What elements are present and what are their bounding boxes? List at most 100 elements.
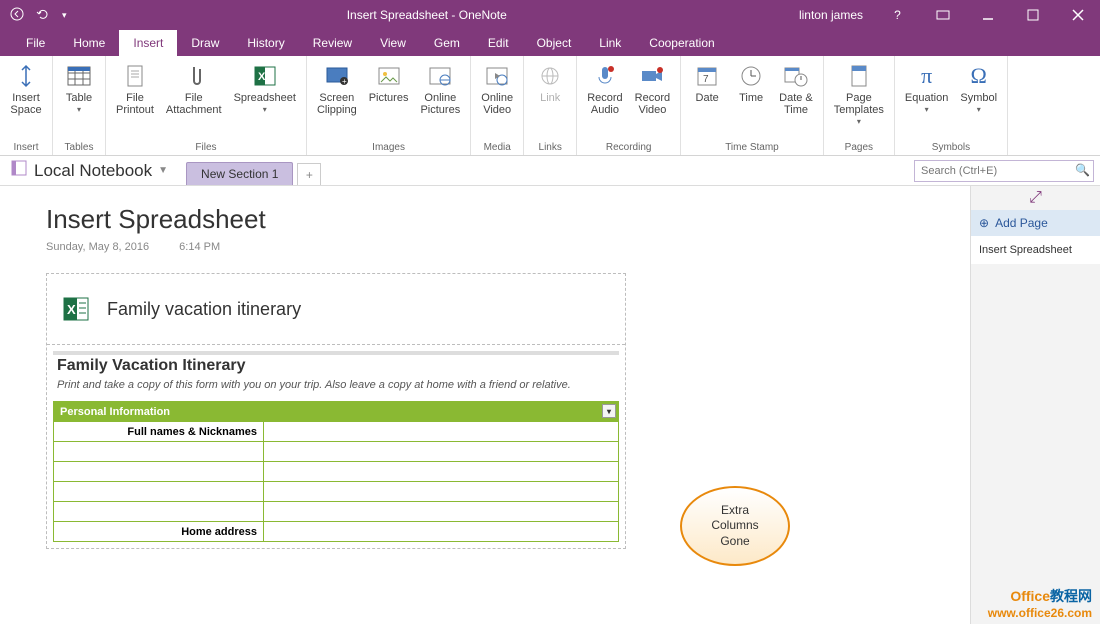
section-tab[interactable]: New Section 1 — [186, 162, 293, 185]
printout-icon — [121, 62, 149, 90]
link-button[interactable]: Link — [530, 60, 570, 140]
menu-cooperation[interactable]: Cooperation — [635, 30, 728, 56]
link-icon — [536, 62, 564, 90]
equation-icon: π — [913, 62, 941, 90]
group-files: Files — [195, 140, 216, 155]
row-value — [264, 422, 619, 442]
datetime-icon — [782, 62, 810, 90]
file-printout-button[interactable]: File Printout — [112, 60, 158, 140]
group-images: Images — [372, 140, 405, 155]
online-video-button[interactable]: Online Video — [477, 60, 517, 140]
file-attachment-button[interactable]: File Attachment — [162, 60, 226, 140]
spreadsheet-table: Personal Information▾ Full names & Nickn… — [53, 401, 619, 542]
search-icon[interactable]: 🔍 — [1075, 163, 1090, 177]
window-title: Insert Spreadsheet - OneNote — [67, 8, 787, 22]
sheet-heading: Family Vacation Itinerary — [53, 355, 619, 377]
table-button[interactable]: Table — [59, 60, 99, 140]
menu-insert[interactable]: Insert — [119, 30, 177, 56]
date-button[interactable]: 7Date — [687, 60, 727, 140]
pictures-button[interactable]: Pictures — [365, 60, 413, 140]
close-icon[interactable] — [1055, 0, 1100, 30]
video-icon — [483, 62, 511, 90]
page-title[interactable]: Insert Spreadsheet — [46, 204, 954, 235]
add-page-button[interactable]: ⊕Add Page — [971, 210, 1100, 236]
watermark: Office教程网 www.office26.com — [988, 586, 1092, 620]
record-audio-button[interactable]: Record Audio — [583, 60, 626, 140]
group-insert: Insert — [13, 140, 38, 155]
group-media: Media — [484, 140, 511, 155]
group-timestamp: Time Stamp — [725, 140, 779, 155]
table-section-header: Personal Information▾ — [54, 402, 619, 422]
online-pictures-button[interactable]: Online Pictures — [416, 60, 464, 140]
maximize-icon[interactable] — [1010, 0, 1055, 30]
svg-text:X: X — [258, 71, 266, 83]
help-icon[interactable]: ? — [875, 0, 920, 30]
time-button[interactable]: Time — [731, 60, 771, 140]
menu-draw[interactable]: Draw — [177, 30, 233, 56]
menu-view[interactable]: View — [366, 30, 420, 56]
excel-icon: X — [251, 62, 279, 90]
menu-edit[interactable]: Edit — [474, 30, 523, 56]
expand-icon[interactable]: ⤢ — [971, 186, 1100, 210]
audio-icon — [591, 62, 619, 90]
online-pictures-icon — [426, 62, 454, 90]
title-bar: ▾ Insert Spreadsheet - OneNote linton ja… — [0, 0, 1100, 30]
spreadsheet-title: Family vacation itinerary — [107, 299, 301, 320]
search-input[interactable] — [914, 160, 1094, 182]
group-pages: Pages — [845, 140, 873, 155]
user-name[interactable]: linton james — [787, 8, 875, 22]
pictures-icon — [375, 62, 403, 90]
undo-icon[interactable] — [36, 7, 50, 24]
ribbon: Insert Space Insert Table Tables File Pr… — [0, 56, 1100, 156]
page-list-item[interactable]: Insert Spreadsheet — [971, 236, 1100, 264]
back-icon[interactable] — [10, 7, 24, 24]
page-date[interactable]: Sunday, May 8, 2016 — [46, 241, 149, 253]
screen-clipping-button[interactable]: +Screen Clipping — [313, 60, 361, 140]
group-recording: Recording — [606, 140, 652, 155]
symbol-button[interactable]: ΩSymbol — [956, 60, 1001, 140]
menu-review[interactable]: Review — [299, 30, 366, 56]
group-symbols: Symbols — [932, 140, 970, 155]
search-box[interactable]: 🔍 — [914, 160, 1094, 182]
record-video-icon — [638, 62, 666, 90]
equation-button[interactable]: πEquation — [901, 60, 952, 140]
chevron-down-icon: ▼ — [158, 165, 168, 176]
menu-home[interactable]: Home — [59, 30, 119, 56]
menu-file[interactable]: File — [12, 30, 59, 56]
menu-gem[interactable]: Gem — [420, 30, 474, 56]
svg-text:7: 7 — [703, 74, 709, 85]
notebook-bar: Local Notebook ▼ New Section 1 + 🔍 — [0, 156, 1100, 186]
datetime-button[interactable]: Date & Time — [775, 60, 817, 140]
callout-text: Extra Columns Gone — [711, 503, 758, 550]
symbol-icon: Ω — [965, 62, 993, 90]
notebook-name: Local Notebook — [34, 161, 152, 181]
filter-icon[interactable]: ▾ — [602, 404, 616, 418]
row-label: Full names & Nicknames — [54, 422, 264, 442]
minimize-icon[interactable] — [965, 0, 1010, 30]
svg-text:X: X — [67, 302, 76, 317]
insert-space-button[interactable]: Insert Space — [6, 60, 46, 140]
page-time[interactable]: 6:14 PM — [179, 241, 220, 253]
page-canvas[interactable]: Insert Spreadsheet Sunday, May 8, 2016 6… — [0, 186, 970, 624]
page-sidebar: ⤢ ⊕Add Page Insert Spreadsheet — [970, 186, 1100, 624]
templates-icon — [845, 62, 873, 90]
add-section-button[interactable]: + — [297, 163, 321, 185]
menu-history[interactable]: History — [233, 30, 298, 56]
notebook-icon — [10, 159, 28, 182]
svg-text:+: + — [342, 77, 347, 86]
record-video-button[interactable]: Record Video — [631, 60, 674, 140]
sheet-subtext: Print and take a copy of this form with … — [53, 377, 619, 401]
group-links: Links — [539, 140, 562, 155]
page-templates-button[interactable]: Page Templates — [830, 60, 888, 140]
spreadsheet-container[interactable]: X Family vacation itinerary Family Vacat… — [46, 273, 626, 549]
table-icon — [65, 62, 93, 90]
menu-object[interactable]: Object — [523, 30, 586, 56]
spreadsheet-button[interactable]: XSpreadsheet — [230, 60, 300, 140]
menu-bar: File Home Insert Draw History Review Vie… — [0, 30, 1100, 56]
excel-file-icon: X — [61, 294, 91, 324]
ribbon-options-icon[interactable] — [920, 0, 965, 30]
menu-link[interactable]: Link — [585, 30, 635, 56]
plus-icon: ⊕ — [979, 216, 989, 230]
notebook-selector[interactable]: Local Notebook ▼ — [0, 159, 178, 182]
callout: Extra Columns Gone — [680, 486, 790, 566]
